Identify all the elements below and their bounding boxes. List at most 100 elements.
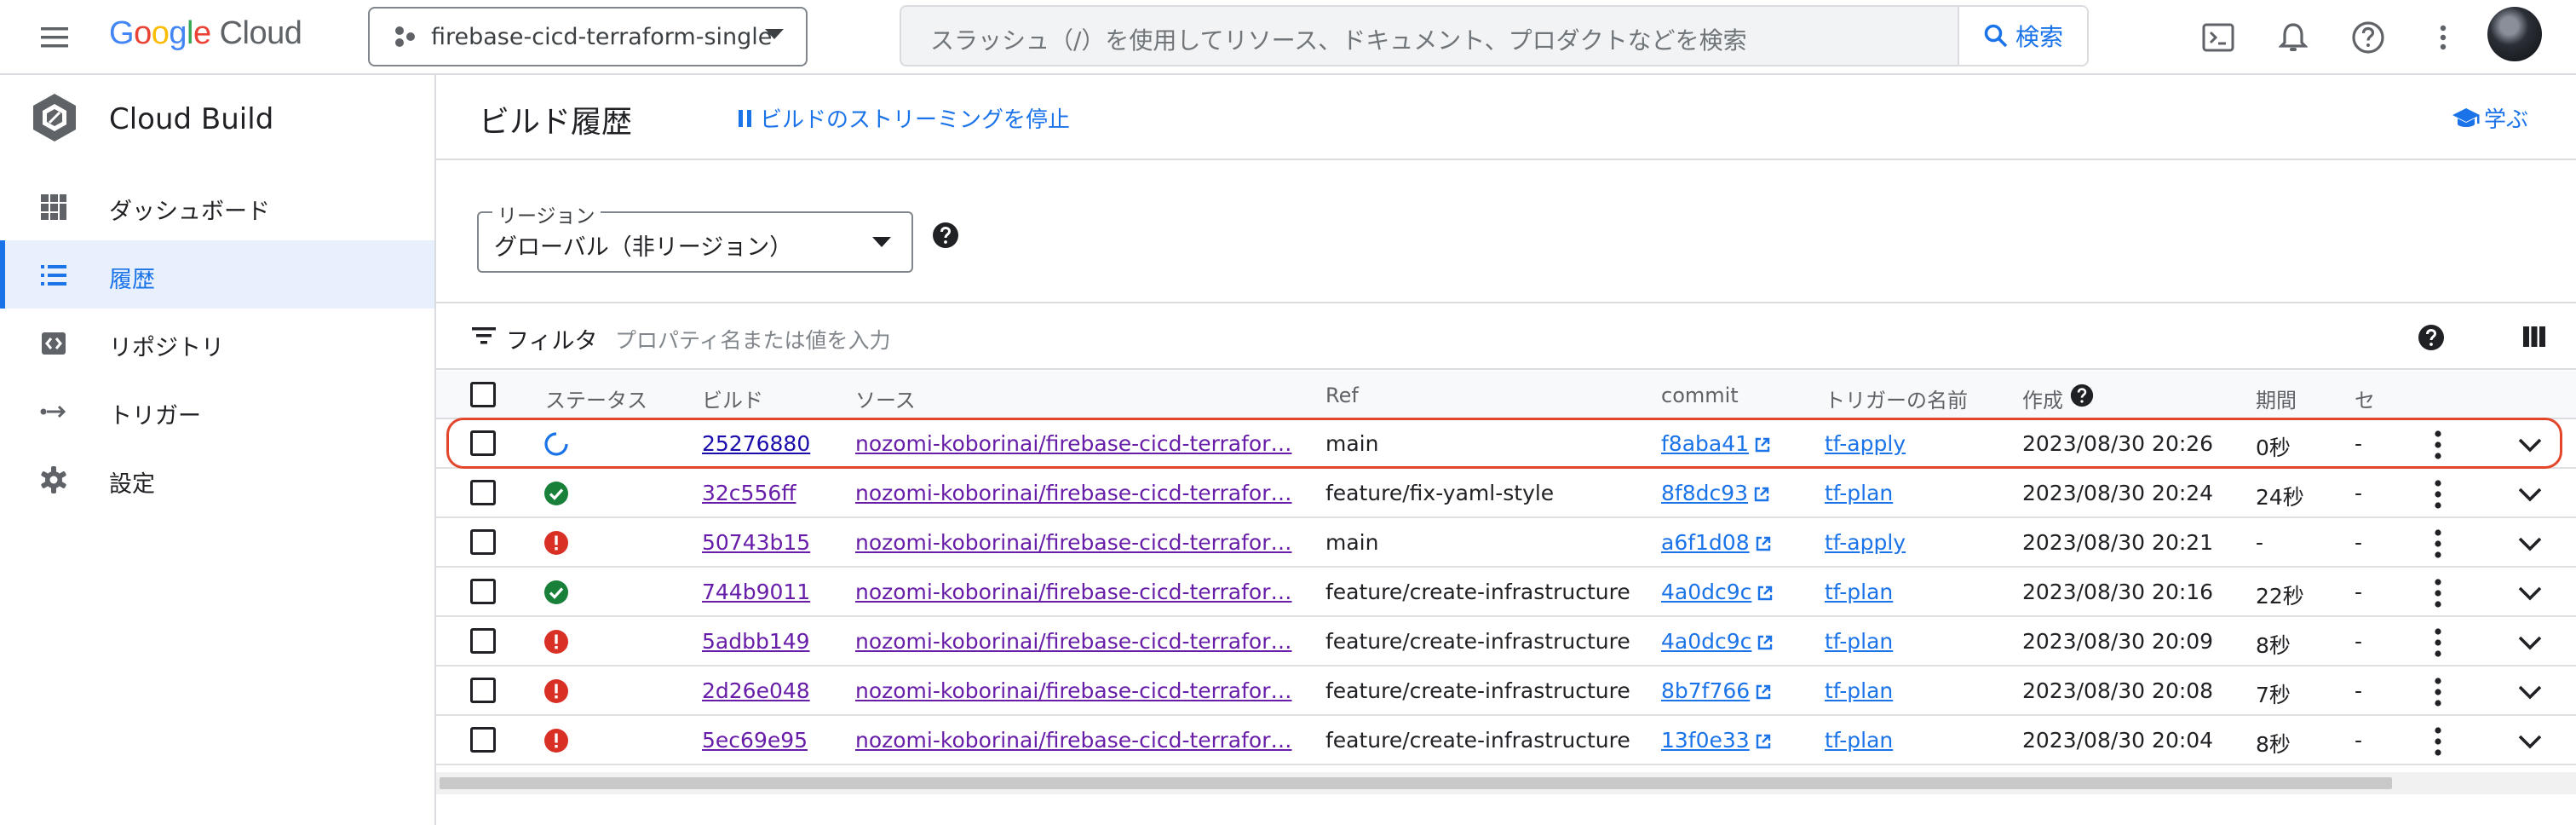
more-vert-icon[interactable]: [2423, 675, 2453, 709]
source-link[interactable]: nozomi-koborinai/firebase-cicd-terrafor…: [855, 678, 1291, 703]
cloud-shell-icon[interactable]: [2198, 17, 2239, 58]
filter-label[interactable]: フィルタ: [506, 322, 597, 355]
build-id-link[interactable]: 32c556ff: [702, 481, 796, 505]
row-checkbox[interactable]: [470, 430, 496, 456]
column-header-ref[interactable]: Ref: [1325, 384, 1359, 407]
help-icon[interactable]: [2348, 17, 2389, 58]
more-vert-icon[interactable]: [2423, 527, 2453, 561]
project-picker[interactable]: firebase-cicd-terraform-single: [368, 7, 808, 66]
learn-button[interactable]: 学ぶ: [2452, 102, 2528, 134]
sidebar-item-history[interactable]: 履歴: [0, 240, 434, 309]
trigger-link[interactable]: tf-plan: [1825, 481, 1893, 505]
bell-icon[interactable]: [2273, 17, 2314, 58]
select-all-checkbox[interactable]: [470, 382, 496, 407]
commit-link[interactable]: 4a0dc9c: [1661, 629, 1751, 654]
menu-icon[interactable]: [37, 20, 72, 55]
column-header-more[interactable]: セ: [2355, 384, 2375, 413]
sidebar-item-triggers[interactable]: トリガー: [0, 377, 434, 445]
help-icon[interactable]: [2070, 384, 2094, 407]
table-row[interactable]: 25276880 nozomi-koborinai/firebase-cicd-t…: [436, 419, 2576, 469]
table-row[interactable]: 5adbb149 nozomi-koborinai/firebase-cicd-t…: [436, 617, 2576, 666]
build-id-link[interactable]: 5ec69e95: [702, 728, 808, 753]
source-link[interactable]: nozomi-koborinai/firebase-cicd-terrafor…: [855, 431, 1291, 456]
chevron-down-icon[interactable]: [2515, 629, 2545, 656]
table-row[interactable]: 5ec69e95 nozomi-koborinai/firebase-cicd-t…: [436, 716, 2576, 765]
trigger-link[interactable]: tf-apply: [1825, 431, 1906, 456]
trigger-link[interactable]: tf-plan: [1825, 728, 1893, 753]
commit-cell[interactable]: 8b7f766: [1661, 678, 1772, 703]
sidebar-item-settings[interactable]: 設定: [0, 445, 434, 513]
row-checkbox[interactable]: [470, 480, 496, 505]
source-link[interactable]: nozomi-koborinai/firebase-cicd-terrafor…: [855, 580, 1291, 604]
commit-cell[interactable]: a6f1d08: [1661, 530, 1772, 555]
more-vert-icon[interactable]: [2423, 576, 2453, 610]
column-header-trigger[interactable]: トリガーの名前: [1825, 384, 1968, 413]
column-display-icon[interactable]: [2521, 324, 2547, 349]
filter-icon[interactable]: [472, 326, 497, 346]
commit-cell[interactable]: f8aba41: [1661, 431, 1771, 456]
help-icon[interactable]: [932, 222, 959, 249]
google-cloud-logo[interactable]: Google Cloud: [109, 15, 302, 52]
horizontal-scrollbar[interactable]: [440, 777, 2392, 789]
help-icon[interactable]: [2418, 324, 2445, 351]
source-link[interactable]: nozomi-koborinai/firebase-cicd-terrafor…: [855, 629, 1291, 654]
row-checkbox[interactable]: [470, 579, 496, 604]
trigger-link[interactable]: tf-plan: [1825, 678, 1893, 703]
commit-link[interactable]: 8f8dc93: [1661, 481, 1748, 505]
chevron-down-icon[interactable]: [2515, 481, 2545, 508]
chevron-down-icon[interactable]: [2515, 678, 2545, 706]
build-id-link[interactable]: 25276880: [702, 431, 810, 456]
build-id-link[interactable]: 50743b15: [702, 530, 810, 555]
table-row[interactable]: 32c556ff nozomi-koborinai/firebase-cicd-t…: [436, 469, 2576, 518]
commit-cell[interactable]: 4a0dc9c: [1661, 580, 1774, 604]
build-id-link[interactable]: 5adbb149: [702, 629, 810, 654]
commit-cell[interactable]: 13f0e33: [1661, 728, 1772, 753]
sidebar-item-dashboard[interactable]: ダッシュボード: [0, 172, 434, 240]
more-vert-icon[interactable]: [2423, 477, 2453, 511]
more-vert-icon[interactable]: [2423, 428, 2453, 462]
search-input[interactable]: スラッシュ（/）を使用してリソース、ドキュメント、プロダクトなどを検索: [930, 22, 1747, 56]
commit-link[interactable]: 4a0dc9c: [1661, 580, 1751, 604]
source-link[interactable]: nozomi-koborinai/firebase-cicd-terrafor…: [855, 530, 1291, 555]
more-vert-icon[interactable]: [2423, 724, 2453, 759]
search-bar[interactable]: スラッシュ（/）を使用してリソース、ドキュメント、プロダクトなどを検索 検索: [900, 5, 2089, 66]
column-header-source[interactable]: ソース: [855, 384, 916, 413]
region-select[interactable]: リージョン グローバル（非リージョン）: [477, 199, 913, 273]
trigger-link[interactable]: tf-plan: [1825, 580, 1893, 604]
search-button[interactable]: 検索: [1958, 7, 2087, 65]
column-header-build[interactable]: ビルド: [702, 384, 763, 413]
build-id-link[interactable]: 2d26e048: [702, 678, 810, 703]
row-checkbox[interactable]: [470, 529, 496, 555]
column-header-created[interactable]: 作成: [2022, 384, 2063, 413]
commit-link[interactable]: 13f0e33: [1661, 728, 1750, 753]
column-header-duration[interactable]: 期間: [2256, 384, 2297, 413]
row-checkbox[interactable]: [470, 628, 496, 654]
sidebar-item-repositories[interactable]: リポジトリ: [0, 309, 434, 377]
source-link[interactable]: nozomi-koborinai/firebase-cicd-terrafor…: [855, 481, 1291, 505]
build-id-link[interactable]: 744b9011: [702, 580, 810, 604]
filter-input[interactable]: プロパティ名または値を入力: [615, 324, 891, 355]
table-row[interactable]: 2d26e048 nozomi-koborinai/firebase-cicd-t…: [436, 666, 2576, 716]
chevron-down-icon[interactable]: [2515, 728, 2545, 755]
avatar[interactable]: [2487, 7, 2542, 61]
commit-cell[interactable]: 4a0dc9c: [1661, 629, 1774, 654]
source-link[interactable]: nozomi-koborinai/firebase-cicd-terrafor…: [855, 728, 1291, 753]
chevron-down-icon[interactable]: [2515, 431, 2545, 459]
row-checkbox[interactable]: [470, 678, 496, 703]
trigger-link[interactable]: tf-apply: [1825, 530, 1906, 555]
more-vert-icon[interactable]: [2423, 626, 2453, 660]
commit-link[interactable]: a6f1d08: [1661, 530, 1750, 555]
commit-cell[interactable]: 8f8dc93: [1661, 481, 1770, 505]
chevron-down-icon[interactable]: [2515, 580, 2545, 607]
row-checkbox[interactable]: [470, 727, 496, 753]
commit-link[interactable]: 8b7f766: [1661, 678, 1750, 703]
more-vert-icon[interactable]: [2423, 17, 2464, 58]
column-header-status[interactable]: ステータス: [545, 384, 647, 413]
column-header-commit[interactable]: commit: [1661, 384, 1739, 407]
trigger-link[interactable]: tf-plan: [1825, 629, 1893, 654]
table-row[interactable]: 744b9011 nozomi-koborinai/firebase-cicd-t…: [436, 568, 2576, 617]
stop-streaming-button[interactable]: ビルドのストリーミングを停止: [736, 102, 1070, 134]
chevron-down-icon[interactable]: [2515, 530, 2545, 557]
commit-link[interactable]: f8aba41: [1661, 431, 1749, 456]
table-row[interactable]: 50743b15 nozomi-koborinai/firebase-cicd-t…: [436, 518, 2576, 568]
